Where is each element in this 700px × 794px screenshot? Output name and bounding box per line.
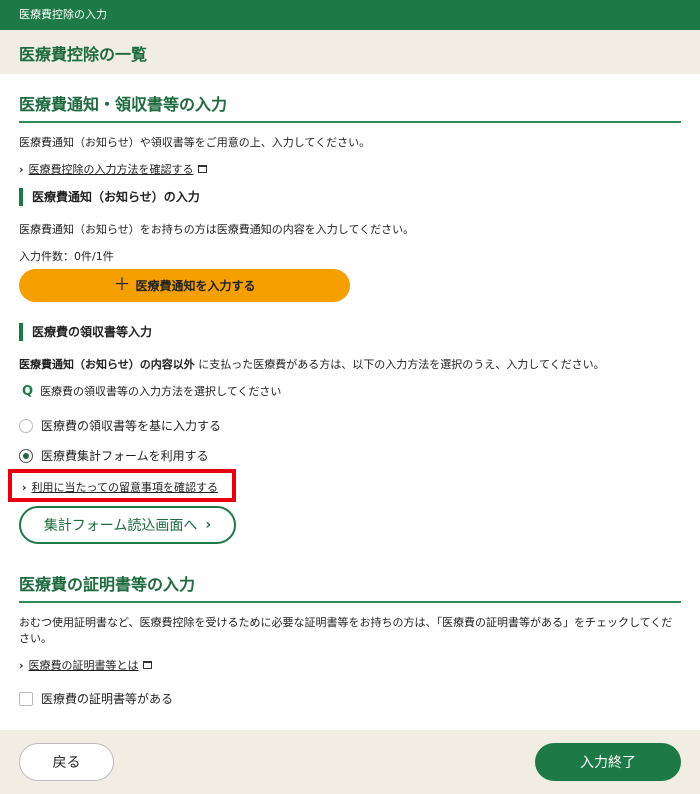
radio-option-receipts-label: 医療費の領収書等を基に入力する <box>41 419 222 433</box>
certificate-checkbox[interactable] <box>19 691 33 706</box>
question-text: 医療費の領収書等の入力方法を選択してください <box>40 385 282 398</box>
finish-input-button[interactable]: 入力終了 <box>535 743 681 781</box>
header-title: 医療費控除の入力 <box>19 8 107 21</box>
aggregate-form-load-button[interactable]: 集計フォーム読込画面へ › <box>19 506 236 544</box>
radio-button-selected[interactable] <box>19 448 33 463</box>
howto-link-label: 医療費控除の入力方法を確認する <box>28 163 194 176</box>
enter-medical-notice-button[interactable]: ＋ 医療費通知を入力する <box>19 269 350 302</box>
subheading-notice: 医療費通知（お知らせ）の入力 <box>19 188 200 206</box>
radio-option-aggregate-form-label: 医療費集計フォームを利用する <box>41 449 209 463</box>
radio-button-unselected[interactable] <box>19 418 33 433</box>
plus-icon: ＋ <box>113 275 131 295</box>
certificate-description-line1: おむつ使用証明書など、医療費控除を受けるために必要な証明書等をお持ちの方は、「医… <box>19 616 673 629</box>
section-heading-receipts: 医療費通知・領収書等の入力 <box>19 91 681 123</box>
question-row: Q 医療費の領収書等の入力方法を選択してください <box>22 383 281 399</box>
radio-option-aggregate-form[interactable]: 医療費集計フォームを利用する <box>19 447 209 464</box>
back-button[interactable]: 戻る <box>19 743 114 781</box>
aggregate-form-load-label: 集計フォーム読込画面へ <box>43 518 198 534</box>
chevron-right-icon: › <box>19 658 24 672</box>
notice-description: 医療費通知（お知らせ）をお持ちの方は医療費通知の内容を入力してください。 <box>19 223 415 236</box>
certificate-what-link[interactable]: › 医療費の証明書等とは <box>19 657 152 673</box>
enter-medical-notice-label: 医療費通知を入力する <box>135 279 256 293</box>
app-header: 医療費控除の入力 <box>0 0 700 30</box>
receipt-description-bold: 医療費通知（お知らせ）の内容以外 <box>19 358 195 371</box>
question-mark-icon: Q <box>22 383 34 399</box>
receipt-description: 医療費通知（お知らせ）の内容以外 に支払った医療費がある方は、以下の入力方法を選… <box>19 356 605 372</box>
subheading-receipts: 医療費の領収書等入力 <box>19 323 152 341</box>
page-title: 医療費控除の一覧 <box>19 45 148 64</box>
chevron-right-icon: › <box>19 162 24 176</box>
certificate-what-link-label: 医療費の証明書等とは <box>28 659 139 672</box>
certificate-checkbox-label: 医療費の証明書等がある <box>41 692 174 706</box>
notice-count: 入力件数：0件/1件 <box>19 250 114 263</box>
certificate-description-line2: さい。 <box>19 632 52 645</box>
chevron-right-icon: › <box>205 517 212 533</box>
certificate-checkbox-row[interactable]: 医療費の証明書等がある <box>19 690 173 707</box>
page-title-bar: 医療費控除の一覧 <box>0 30 700 74</box>
receipt-description-rest: に支払った医療費がある方は、以下の入力方法を選択のうえ、入力してください。 <box>198 358 605 371</box>
radio-option-receipts[interactable]: 医療費の領収書等を基に入力する <box>19 417 221 434</box>
highlight-box <box>8 469 236 502</box>
external-window-icon <box>142 661 152 669</box>
howto-link[interactable]: › 医療費控除の入力方法を確認する <box>19 161 207 177</box>
section-heading-certificates: 医療費の証明書等の入力 <box>19 571 681 603</box>
section-intro-text: 医療費通知（お知らせ）や領収書等をご用意の上、入力してください。 <box>19 136 371 149</box>
external-window-icon <box>197 165 207 173</box>
